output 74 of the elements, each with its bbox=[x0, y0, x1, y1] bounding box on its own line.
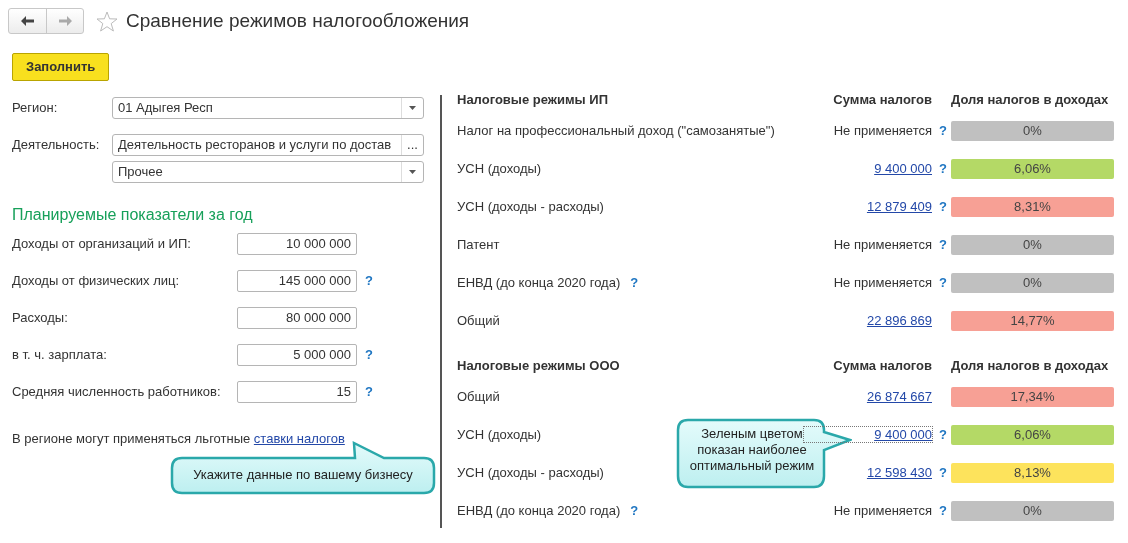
regime-name: ЕНВД (до конца 2020 года) bbox=[457, 275, 621, 291]
column-header: Сумма налогов bbox=[832, 91, 932, 110]
column-header: Налоговые режимы ООО bbox=[457, 357, 621, 376]
dropdown-field[interactable]: Прочее bbox=[112, 160, 424, 183]
regime-name: УСН (доходы) bbox=[457, 427, 542, 443]
help-link[interactable]: ? bbox=[932, 161, 947, 177]
share-bar: 6,06% bbox=[951, 425, 1114, 445]
share-bar: 0% bbox=[951, 235, 1114, 255]
tax-sum-link[interactable]: 26 874 667 bbox=[866, 389, 932, 405]
share-bar: 0% bbox=[951, 273, 1114, 293]
tax-sum-text: Не применяется bbox=[833, 503, 932, 519]
field-label: Расходы: bbox=[12, 308, 69, 327]
help-link[interactable]: ? bbox=[932, 465, 947, 481]
field-label: Средняя численность работников: bbox=[12, 382, 222, 401]
field-label: в т. ч. зарплата: bbox=[12, 345, 108, 364]
help-link[interactable]: ? bbox=[932, 237, 947, 253]
dropdown-field[interactable]: 01 Адыгея Респ bbox=[112, 96, 424, 119]
dropdown-arrow-icon bbox=[409, 105, 416, 110]
column-header: Налоговые режимы ИП bbox=[457, 91, 609, 110]
help-link[interactable]: ? bbox=[357, 381, 381, 402]
help-link[interactable]: ? bbox=[932, 123, 947, 139]
select-field[interactable]: Деятельность ресторанов и услуги по достав ... bbox=[112, 133, 424, 156]
field-label: Регион: bbox=[12, 98, 59, 117]
help-link[interactable]: ? bbox=[932, 503, 947, 519]
tax-sum-link[interactable]: 9 400 000 bbox=[874, 161, 932, 177]
tax-sum-link[interactable]: 22 896 869 bbox=[866, 313, 932, 329]
page-title: Сравнение режимов налогообложения bbox=[126, 8, 470, 33]
column-header: Сумма налогов bbox=[832, 357, 932, 376]
help-link[interactable]: ? bbox=[620, 275, 647, 291]
number-field[interactable]: 145 000 000 bbox=[237, 269, 357, 292]
fill-button[interactable]: Заполнить bbox=[12, 53, 110, 81]
tax-sum-text: Не применяется bbox=[833, 237, 932, 253]
help-link[interactable]: ? bbox=[932, 275, 947, 291]
share-bar: 0% bbox=[951, 121, 1114, 141]
tax-sum-text: Не применяется bbox=[833, 275, 932, 291]
forward-arrow-icon bbox=[58, 16, 72, 26]
share-bar: 17,34% bbox=[951, 387, 1114, 407]
help-link[interactable]: ? bbox=[932, 427, 947, 443]
rates-link[interactable]: ставки налогов bbox=[253, 430, 345, 446]
tax-sum-link[interactable]: 12 879 409 bbox=[866, 199, 932, 215]
field-label: Доходы от физических лиц: bbox=[12, 271, 181, 290]
regime-name: Патент bbox=[457, 237, 500, 253]
note-text: В регионе могут применяться льготные ставки налогов bbox=[12, 430, 345, 446]
regime-name: УСН (доходы - расходы) bbox=[457, 465, 604, 481]
tax-sum-link[interactable]: 12 598 430 bbox=[866, 465, 932, 481]
regime-name: ЕНВД (до конца 2020 года) bbox=[457, 503, 621, 519]
tax-sum-text: Не применяется bbox=[833, 123, 932, 139]
share-bar: 0% bbox=[951, 501, 1114, 521]
help-link[interactable]: ? bbox=[357, 270, 381, 291]
column-header: Доля налогов в доходах bbox=[951, 91, 1109, 110]
help-link[interactable]: ? bbox=[620, 503, 647, 519]
number-field[interactable]: 10 000 000 bbox=[237, 232, 357, 255]
help-link[interactable]: ? bbox=[357, 344, 381, 365]
callout-bubble: Зеленым цветом показан наиболее оптимальный режим bbox=[676, 418, 852, 490]
field-label: Деятельность: bbox=[12, 135, 101, 154]
dropdown-arrow-icon bbox=[409, 169, 416, 174]
number-field[interactable]: 80 000 000 bbox=[237, 306, 357, 329]
number-field[interactable]: 15 bbox=[237, 380, 357, 403]
field-label: Доходы от организаций и ИП: bbox=[12, 234, 192, 253]
share-bar: 14,77% bbox=[951, 311, 1114, 331]
share-bar: 8,31% bbox=[951, 197, 1114, 217]
regime-name: УСН (доходы) bbox=[457, 161, 542, 177]
section-heading: Планируемые показатели за год bbox=[12, 204, 254, 225]
regime-name: Общий bbox=[457, 389, 500, 405]
regime-name: УСН (доходы - расходы) bbox=[457, 199, 604, 215]
column-header: Доля налогов в доходах bbox=[951, 357, 1109, 376]
regime-name: Общий bbox=[457, 313, 500, 329]
share-bar: 8,13% bbox=[951, 463, 1114, 483]
back-arrow-icon bbox=[21, 16, 34, 26]
help-link[interactable]: ? bbox=[932, 199, 947, 215]
star-icon[interactable] bbox=[96, 10, 118, 32]
number-field[interactable]: 5 000 000 bbox=[237, 343, 357, 366]
regime-name: Налог на профессиональный доход ("самозанятые") bbox=[457, 123, 775, 139]
share-bar: 6,06% bbox=[951, 159, 1114, 179]
